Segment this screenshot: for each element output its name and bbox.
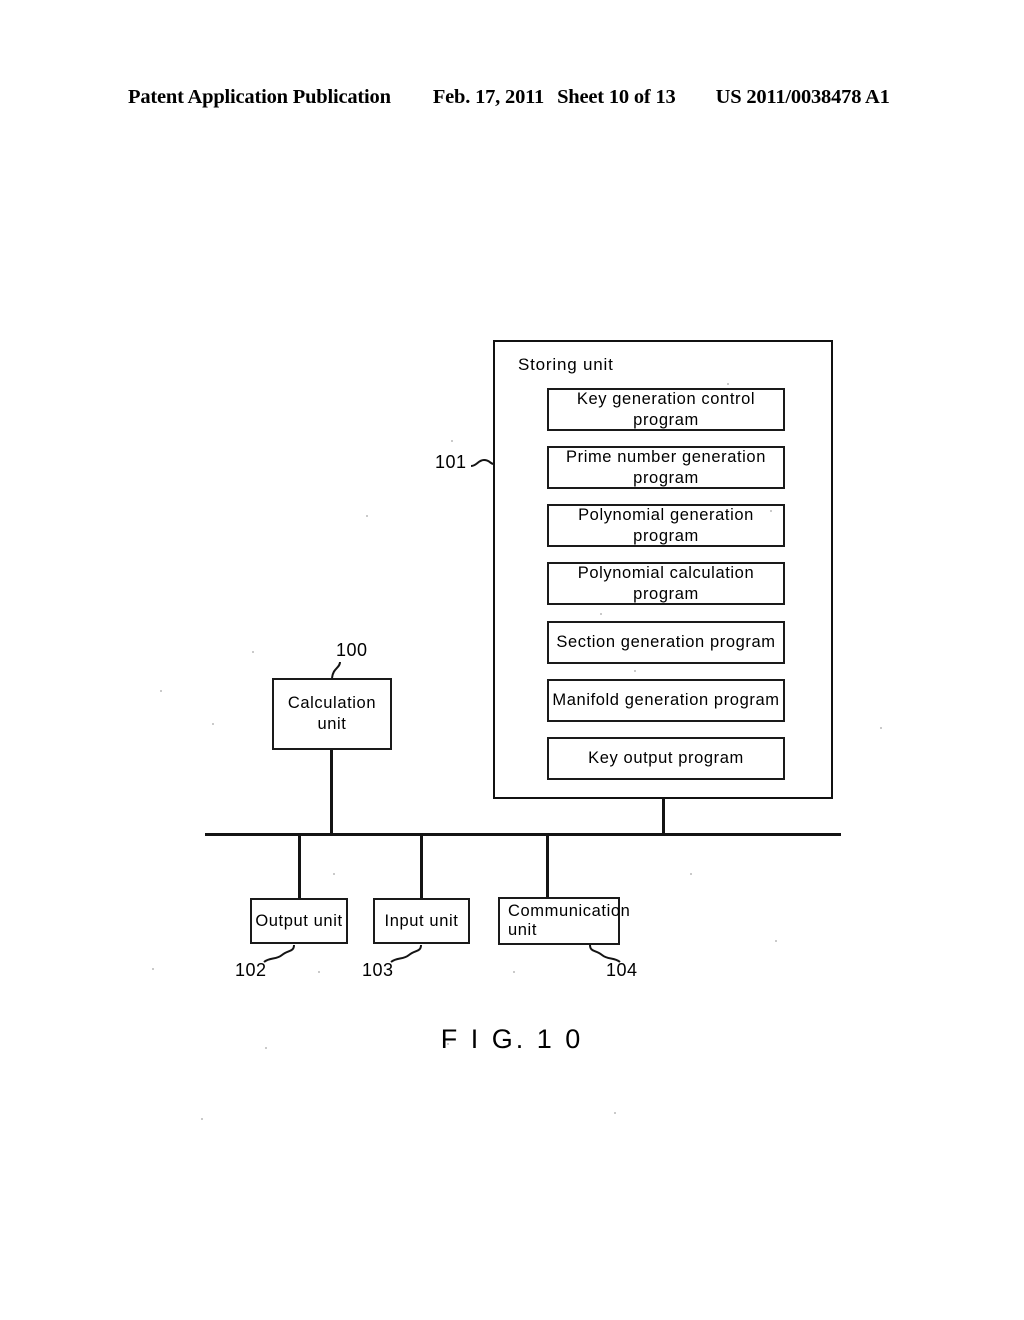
leader-line-101 <box>470 458 495 467</box>
figure-caption: F I G. 1 0 <box>440 1024 584 1054</box>
scan-speck <box>265 1047 267 1049</box>
leader-line-103 <box>390 944 422 963</box>
calculation-unit-label: Calculation unit <box>287 694 377 733</box>
scan-speck <box>690 873 692 875</box>
scan-speck <box>770 510 772 512</box>
program-box-key-output: Key output program <box>547 737 785 780</box>
program-box-section-generation: Section generation program <box>547 621 785 664</box>
scan-speck <box>318 971 320 973</box>
program-label: Prime number generation program <box>566 447 766 487</box>
program-label: Key generation control program <box>576 389 756 429</box>
scan-speck <box>614 1112 616 1114</box>
scan-speck <box>727 383 729 385</box>
header-publication-number: US 2011/0038478 A1 <box>715 86 890 108</box>
reference-numeral-101: 101 <box>435 452 467 472</box>
input-unit-label: Input unit <box>384 911 459 930</box>
connector-bus-to-output-unit <box>298 835 301 899</box>
patent-figure-page: Patent Application Publication Feb. 17, … <box>0 0 1024 1320</box>
program-box-manifold-generation: Manifold generation program <box>547 679 785 722</box>
program-label: Manifold generation program <box>552 691 780 710</box>
communication-unit-label: Communication unit <box>508 902 630 940</box>
publication-header: Patent Application Publication Feb. 17, … <box>128 86 890 109</box>
scan-speck <box>451 440 453 442</box>
communication-unit-label-line1: Communication <box>508 902 631 921</box>
connector-calculation-unit-to-bus <box>330 750 333 835</box>
header-date: Feb. 17, 2011 <box>432 86 545 108</box>
output-unit-label: Output unit <box>255 911 343 930</box>
connector-bus-to-input-unit <box>420 835 423 899</box>
leader-line-100 <box>331 661 341 679</box>
storing-unit-label: Storing unit <box>518 355 614 374</box>
scan-speck <box>600 613 602 615</box>
program-label: Polynomial generation program <box>578 505 754 545</box>
program-box-polynomial-calculation: Polynomial calculation program <box>547 562 785 605</box>
scan-speck <box>201 1118 203 1120</box>
program-label: Section generation program <box>556 633 776 652</box>
program-box-polynomial-generation: Polynomial generation program <box>547 504 785 547</box>
leader-line-104 <box>589 944 621 963</box>
header-title: Patent Application Publication <box>128 86 391 108</box>
connector-storing-unit-to-bus <box>662 798 665 835</box>
reference-numeral-100: 100 <box>336 640 368 660</box>
input-unit-box: Input unit <box>373 898 470 944</box>
program-label: Key output program <box>588 749 744 768</box>
program-box-prime-number-generation: Prime number generation program <box>547 446 785 489</box>
program-box-key-generation-control: Key generation control program <box>547 388 785 431</box>
header-sheet: Sheet 10 of 13 <box>557 86 676 108</box>
output-unit-box: Output unit <box>250 898 348 944</box>
scan-speck <box>775 940 777 942</box>
communication-unit-label-line2: unit <box>508 921 538 939</box>
scan-speck <box>212 723 214 725</box>
leader-line-102 <box>263 944 295 963</box>
scan-speck <box>513 971 515 973</box>
calculation-unit-box: Calculation unit <box>272 678 392 750</box>
scan-speck <box>333 873 335 875</box>
connector-bus-to-communication-unit <box>546 835 549 898</box>
communication-unit-box: Communication unit <box>498 897 630 945</box>
scan-speck <box>634 670 636 672</box>
scan-speck <box>160 690 162 692</box>
scan-speck <box>366 515 368 517</box>
scan-speck <box>252 651 254 653</box>
scan-speck <box>447 1043 449 1045</box>
program-label: Polynomial calculation program <box>577 563 755 603</box>
scan-speck <box>880 727 882 729</box>
scan-speck <box>152 968 154 970</box>
